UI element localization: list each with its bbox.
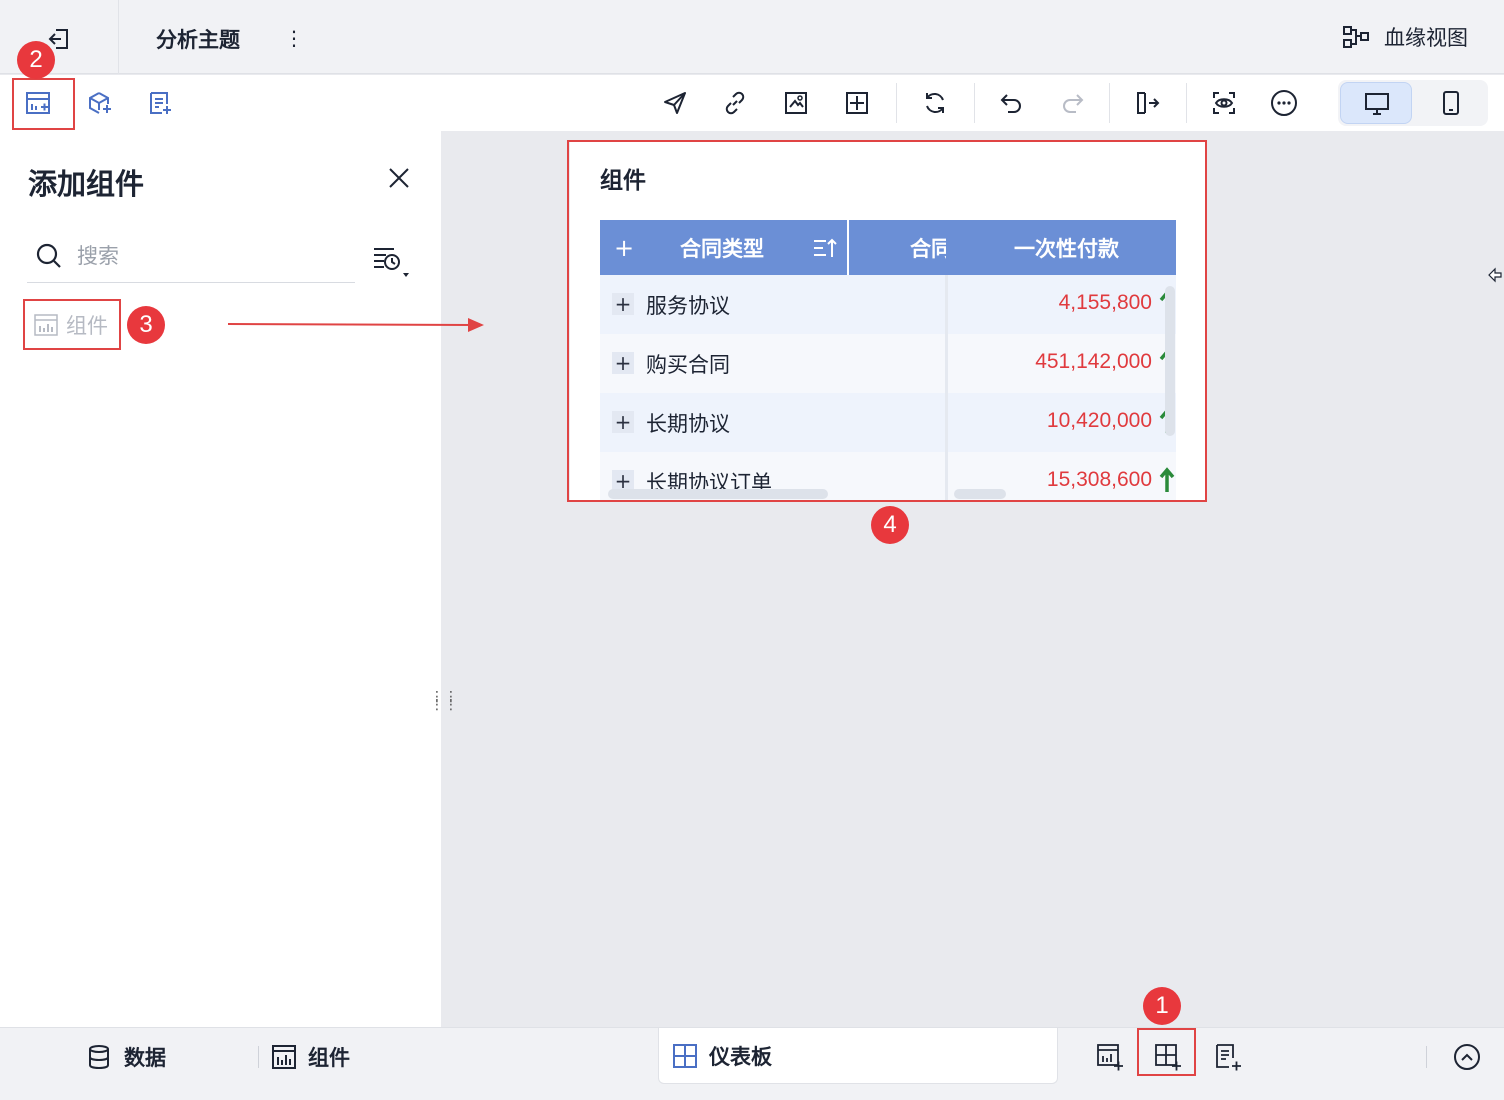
add-report-icon[interactable] [145,88,175,118]
divider [1186,83,1187,123]
search-icon [36,243,61,268]
lineage-view-button[interactable]: 血缘视图 [1342,22,1468,52]
step-badge: 2 [17,41,55,79]
panel-title: 添加组件 [28,167,145,201]
tab-component-label: 组件 [308,1046,350,1070]
device-switch [1338,80,1488,126]
add-component-panel: 添加组件 组件 ⋮⋮⋮⋮ [0,131,458,1027]
filter-history-button[interactable] [370,243,414,281]
collapse-icon[interactable] [1454,1044,1480,1070]
tab-component[interactable]: 组件 [272,1042,350,1072]
divider [974,83,975,123]
phone-icon [1443,91,1459,115]
step-badge: 3 [127,306,165,344]
bottom-bar: 数据 组件 仪表板 [0,1027,1504,1100]
filter-history-icon [374,248,409,277]
screenshot-icon[interactable] [781,88,811,118]
tab-dashboard[interactable]: 仪表板 [658,1028,1058,1084]
highlight-box [1137,1028,1196,1076]
more-circle-icon[interactable] [1269,88,1299,118]
refresh-icon[interactable] [920,88,950,118]
add-report-icon[interactable] [1213,1042,1243,1072]
grid-layout-icon[interactable] [842,88,872,118]
mobile-view-button[interactable] [1438,90,1464,116]
divider [1426,1046,1427,1068]
export-icon[interactable] [1133,88,1163,118]
highlight-box [567,140,1207,502]
cursor-icon [1488,266,1502,288]
undo-icon[interactable] [997,88,1027,118]
divider [896,83,897,123]
database-icon [89,1045,109,1070]
add-model-icon[interactable] [84,88,114,118]
lineage-label: 血缘视图 [1384,26,1468,50]
preview-icon[interactable] [1209,88,1239,118]
step-badge: 1 [1143,987,1181,1025]
dashboard-icon [673,1044,697,1068]
toolbar [0,75,1504,131]
close-icon[interactable] [384,163,414,193]
more-options-icon[interactable]: ⋮ [284,26,304,50]
highlight-box [12,78,75,130]
desktop-view-button[interactable] [1340,82,1412,124]
tab-dashboard-label: 仪表板 [709,1045,772,1069]
annotation-arrow [228,318,484,332]
panel-resize-handle[interactable]: ⋮⋮ ⋮⋮ [430,690,458,723]
monitor-icon [1365,93,1389,115]
divider [118,0,119,74]
redo-icon[interactable] [1057,88,1087,118]
divider [1109,83,1110,123]
page-title: 分析主题 [156,28,240,52]
highlight-box [23,299,121,350]
search-box [27,231,355,283]
chart-icon [272,1045,296,1069]
add-chart-icon[interactable] [1095,1042,1125,1072]
top-bar: 分析主题 ⋮ 血缘视图 [0,0,1504,74]
tab-data-label: 数据 [124,1046,166,1070]
lineage-icon [1343,26,1369,48]
step-badge: 4 [871,506,909,544]
search-input[interactable] [77,241,337,271]
divider [258,1046,259,1068]
tab-data[interactable]: 数据 [86,1042,166,1072]
send-icon[interactable] [660,88,690,118]
link-icon[interactable] [720,88,750,118]
tab-dashboard-content: 仪表板 [673,1041,772,1071]
